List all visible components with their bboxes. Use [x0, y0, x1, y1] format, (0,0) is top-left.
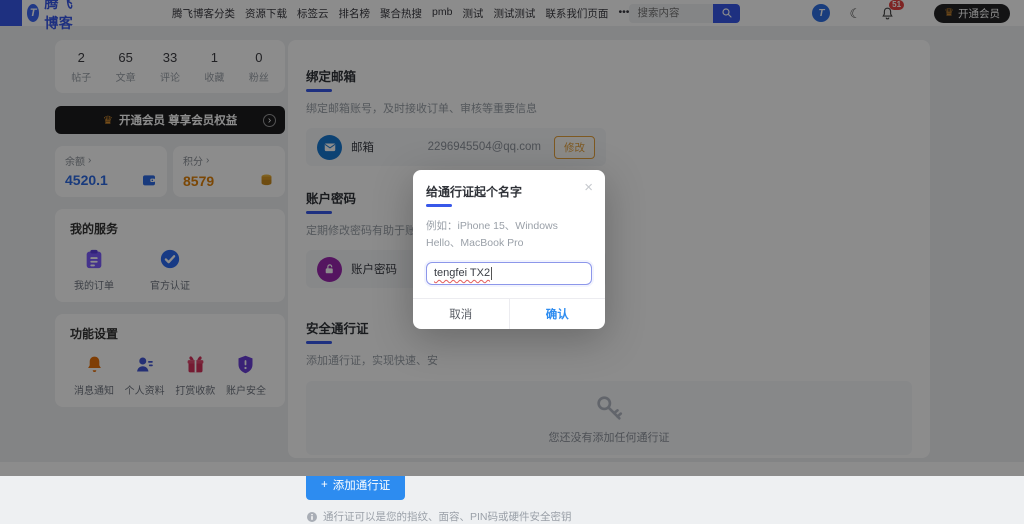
add-passkey-label: 添加通行证 [333, 477, 391, 493]
passkey-name-input[interactable]: tengfei TX2 [426, 262, 592, 285]
name-passkey-dialog: 给通行证起个名字 × 例如：iPhone 15、Windows Hello、Ma… [413, 170, 605, 329]
dialog-title-underline [426, 204, 452, 207]
dialog-example-text: 例如：iPhone 15、Windows Hello、MacBook Pro [426, 218, 592, 252]
confirm-button[interactable]: 确认 [509, 299, 606, 329]
text-caret [491, 267, 492, 280]
passkey-hint-text: 通行证可以是您的指纹、面容、PIN码或硬件安全密钥 [323, 509, 572, 524]
passkey-hint: 通行证可以是您的指纹、面容、PIN码或硬件安全密钥 [306, 509, 912, 524]
dialog-footer: 取消 确认 [413, 298, 605, 329]
passkey-name-value: tengfei TX2 [434, 267, 490, 279]
info-icon [306, 511, 318, 523]
dialog-title: 给通行证起个名字 [426, 183, 592, 200]
cancel-button[interactable]: 取消 [413, 299, 509, 329]
plus-icon: + [321, 479, 328, 491]
close-icon[interactable]: × [584, 180, 593, 195]
